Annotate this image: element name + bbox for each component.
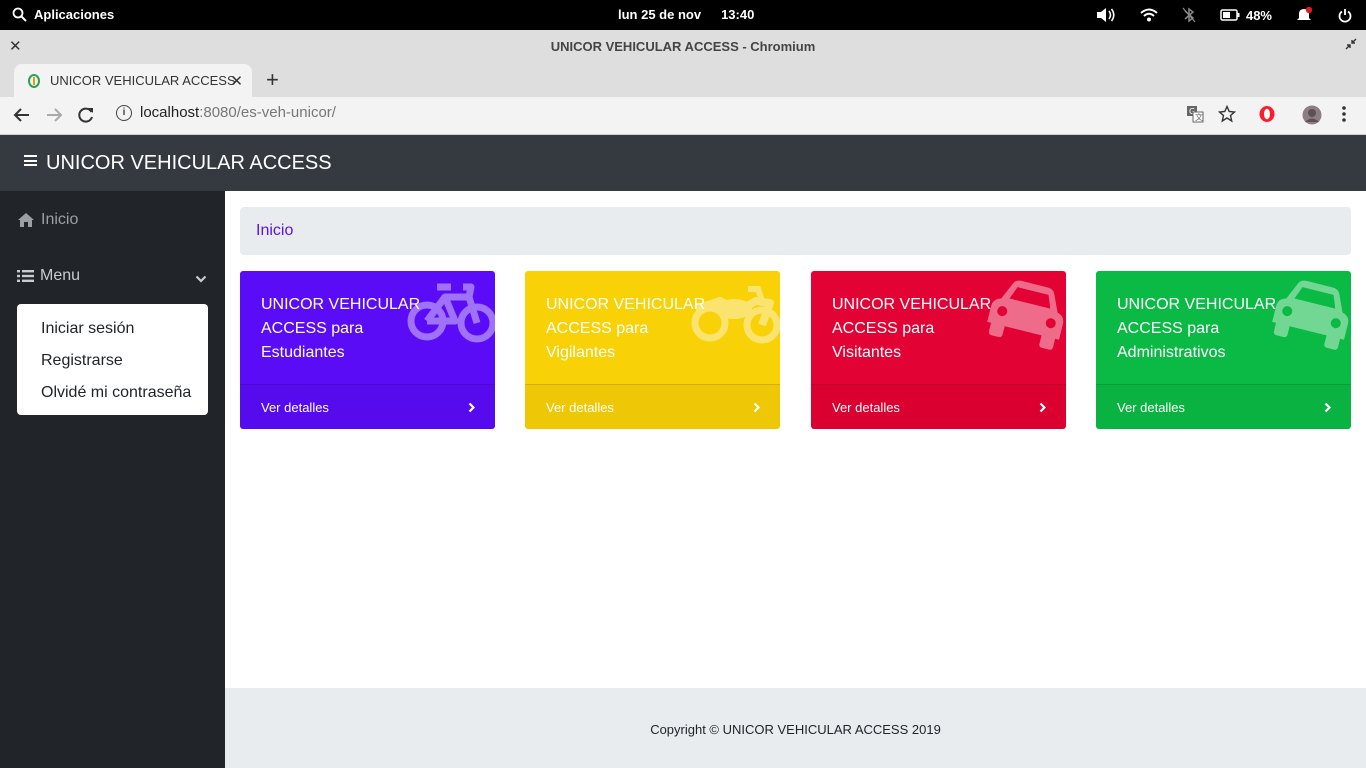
site-info-icon[interactable]: i	[116, 104, 132, 121]
bookmark-star-icon[interactable]	[1218, 105, 1236, 123]
sidebar-item-inicio[interactable]: Inicio	[17, 211, 78, 229]
site-favicon-icon	[28, 73, 40, 88]
svg-text:文: 文	[1195, 112, 1203, 122]
clock-date: lun 25 de nov	[618, 7, 702, 22]
sidebar-item-label: Inicio	[41, 211, 79, 228]
main-content: Inicio UNICOR VEHICULAR ACCESS para Estu…	[225, 191, 1366, 688]
back-icon[interactable]	[13, 106, 31, 129]
clock-time: 13:40	[721, 7, 755, 22]
navbar-brand[interactable]: UNICOR VEHICULAR ACCESS	[46, 152, 332, 175]
url-path: :8080/es-veh-unicor/	[199, 104, 336, 121]
card-vigilantes: UNICOR VEHICULAR ACCESS para Vigilantes …	[525, 271, 780, 429]
chevron-right-icon	[1039, 400, 1047, 418]
card-visitantes: UNICOR VEHICULAR ACCESS para Visitantes …	[811, 271, 1066, 429]
opera-extension-icon[interactable]	[1258, 105, 1276, 123]
card-link-label: Ver detalles	[832, 400, 900, 415]
card-link-label: Ver detalles	[546, 400, 614, 415]
profile-avatar-icon[interactable]	[1302, 105, 1322, 125]
top-navbar: UNICOR VEHICULAR ACCESS	[0, 135, 1366, 191]
chevron-down-icon[interactable]	[195, 270, 207, 288]
forward-icon[interactable]	[45, 106, 63, 129]
copyright-text: Copyright © UNICOR VEHICULAR ACCESS 2019	[650, 722, 941, 737]
window-title: UNICOR VEHICULAR ACCESS - Chromium	[550, 39, 816, 54]
card-link-label: Ver detalles	[261, 400, 329, 415]
tab-strip: UNICOR VEHICULAR ACCESS ✕ +	[0, 62, 1366, 97]
card-footer-link[interactable]: Ver detalles	[525, 384, 780, 429]
url-host: localhost	[140, 104, 200, 121]
clock[interactable]: lun 25 de nov 13:40	[618, 7, 754, 22]
card-title: UNICOR VEHICULAR ACCESS para Visitantes	[832, 296, 992, 361]
bluetooth-off-icon[interactable]	[1182, 5, 1196, 25]
card-title: UNICOR VEHICULAR ACCESS para Vigilantes	[546, 296, 706, 361]
card-link-label: Ver detalles	[1117, 400, 1185, 415]
battery-icon[interactable]	[1220, 5, 1240, 25]
window-restore-icon[interactable]	[1345, 38, 1357, 53]
sidebar: Inicio Menu Iniciar sesión Registrarse O…	[0, 191, 225, 768]
sidebar-item-label: Menu	[40, 267, 81, 284]
browser-toolbar: i localhost:8080/es-veh-unicor/ G文	[0, 97, 1366, 135]
card-estudiantes: UNICOR VEHICULAR ACCESS para Estudiantes…	[240, 271, 495, 429]
chevron-right-icon	[753, 400, 761, 418]
wifi-icon[interactable]	[1140, 5, 1158, 25]
card-footer-link[interactable]: Ver detalles	[1096, 384, 1351, 429]
system-top-bar: Aplicaciones lun 25 de nov 13:40 48%	[0, 0, 1366, 30]
card-footer-link[interactable]: Ver detalles	[811, 384, 1066, 429]
activities-button[interactable]: Aplicaciones	[12, 7, 114, 22]
dropdown-item-olvide-contrasena[interactable]: Olvidé mi contraseña	[41, 384, 191, 402]
breadcrumb: Inicio	[240, 207, 1351, 255]
car-icon	[1271, 279, 1351, 356]
tab-title: UNICOR VEHICULAR ACCESS	[50, 73, 236, 88]
page-footer: Copyright © UNICOR VEHICULAR ACCESS 2019	[225, 688, 1366, 768]
system-tray[interactable]: 48%	[1072, 5, 1352, 25]
chevron-right-icon	[468, 400, 476, 418]
web-page: UNICOR VEHICULAR ACCESS Inicio Menu Inic…	[0, 135, 1366, 768]
sidebar-item-menu[interactable]: Menu	[17, 267, 80, 285]
dropdown-item-registrarse[interactable]: Registrarse	[41, 352, 123, 370]
translate-icon[interactable]: G文	[1186, 105, 1204, 123]
card-footer-link[interactable]: Ver detalles	[240, 384, 495, 429]
search-icon	[12, 7, 27, 22]
home-icon	[18, 213, 34, 227]
card-administrativos: UNICOR VEHICULAR ACCESS para Administrat…	[1096, 271, 1351, 429]
browser-tab[interactable]: UNICOR VEHICULAR ACCESS ✕	[14, 64, 252, 97]
menu-dropdown: Iniciar sesión Registrarse Olvidé mi con…	[17, 304, 208, 415]
address-bar[interactable]: i localhost:8080/es-veh-unicor/	[116, 104, 336, 121]
sidebar-toggle-icon[interactable]	[24, 155, 37, 166]
reload-icon[interactable]	[77, 106, 95, 129]
activities-label: Aplicaciones	[34, 7, 115, 22]
breadcrumb-item-inicio[interactable]: Inicio	[256, 222, 293, 240]
browser-menu-icon[interactable]	[1340, 105, 1348, 123]
battery-percent: 48%	[1245, 7, 1272, 23]
tab-close-icon[interactable]: ✕	[230, 72, 243, 90]
chevron-right-icon	[1324, 400, 1332, 418]
car-icon	[986, 279, 1066, 356]
window-title-bar: ✕ UNICOR VEHICULAR ACCESS - Chromium	[0, 30, 1366, 62]
card-title: UNICOR VEHICULAR ACCESS para Administrat…	[1117, 296, 1277, 361]
new-tab-icon[interactable]: +	[266, 67, 279, 93]
volume-icon[interactable]	[1096, 5, 1116, 25]
power-icon[interactable]	[1338, 5, 1352, 25]
notification-bell-icon[interactable]	[1296, 5, 1314, 25]
list-icon	[17, 270, 34, 282]
dropdown-item-iniciar-sesion[interactable]: Iniciar sesión	[41, 320, 134, 338]
card-title: UNICOR VEHICULAR ACCESS para Estudiantes	[261, 296, 421, 361]
